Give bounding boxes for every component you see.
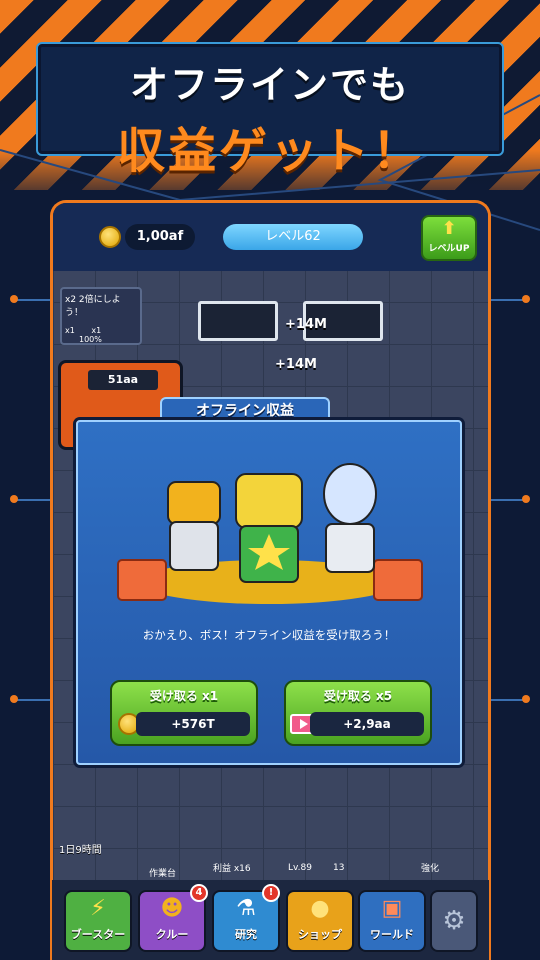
strengthen-label: 強化	[421, 864, 440, 874]
welcome-message: おかえり、ボス！オフライン収益を受け取ろう！	[142, 628, 396, 642]
claim-x5-label: 受け取る x5	[323, 689, 393, 703]
notification-badge: 4	[190, 884, 208, 902]
nav-label: 研究	[235, 928, 257, 941]
settings-gear-icon[interactable]: ⚙	[430, 890, 478, 952]
headline-line-1: オフラインでも	[129, 63, 410, 107]
nav-shop-button[interactable]: ● ショップ	[286, 890, 354, 952]
robot-crew-illustration	[117, 463, 423, 604]
side-connector	[14, 499, 50, 501]
nav-label: ブースター	[70, 928, 126, 941]
wall-monitor	[198, 301, 278, 341]
side-dot	[522, 495, 530, 503]
claim-x1-label: 受け取る x1	[149, 689, 219, 703]
workbench-label: 作業台	[149, 869, 177, 879]
headline-line-2: 収益ゲット！	[116, 123, 423, 179]
station-output: 51aa	[88, 370, 158, 390]
side-dot	[10, 495, 18, 503]
side-connector	[14, 699, 50, 701]
floating-income: +14M	[275, 357, 317, 372]
side-connector	[490, 299, 526, 301]
nav-booster-button[interactable]: ⚡ ブースター	[64, 890, 132, 952]
arrow-up-icon: ⬆	[441, 218, 457, 239]
top-bar: 1,00af レベル62 ⬆ レベルUP	[53, 203, 488, 271]
nav-label: ワールド	[370, 928, 414, 941]
level-indicator[interactable]: レベル62	[223, 224, 363, 250]
double-boost-card[interactable]: x2 2倍にしよう！ x1 x1 100%	[60, 287, 142, 345]
boost-title: x2 2倍にしよう！	[65, 295, 121, 318]
boost-x1b: x1	[91, 326, 102, 335]
factory-icon: ▣	[381, 896, 403, 921]
level-up-button[interactable]: ⬆ レベルUP	[421, 215, 477, 261]
floating-income: +14M	[285, 317, 327, 332]
boost-percent: 100%	[79, 335, 102, 344]
side-connector	[490, 699, 526, 701]
claim-x5-amount: +2,9aa	[310, 712, 424, 736]
nav-world-button[interactable]: ▣ ワールド	[358, 890, 426, 952]
side-dot	[522, 695, 530, 703]
lightning-icon: ⚡	[90, 896, 106, 921]
coin-balance: 1,00af	[125, 224, 195, 250]
nav-label: ショップ	[298, 928, 342, 941]
claim-x5-button[interactable]: 受け取る x5 +2,9aa	[284, 680, 432, 746]
claim-x1-button[interactable]: 受け取る x1 +576T	[110, 680, 258, 746]
nav-label: クルー	[155, 928, 189, 941]
offline-earnings-dialog: おかえり、ボス！オフライン収益を受け取ろう！ 受け取る x1 +576T 受け取…	[76, 420, 462, 765]
worker-count: 13	[333, 863, 345, 873]
side-connector	[490, 499, 526, 501]
side-connector	[14, 299, 50, 301]
level-up-label: レベルUP	[428, 244, 470, 254]
claim-x1-amount: +576T	[136, 712, 250, 736]
profit-multiplier: 利益 x16	[213, 864, 251, 874]
side-dot	[10, 295, 18, 303]
notification-badge: !	[262, 884, 280, 902]
side-dot	[522, 295, 530, 303]
coins-icon: ●	[310, 896, 330, 921]
boost-time-remaining: 1日9時間	[59, 845, 102, 856]
coin-icon	[99, 226, 121, 248]
boost-x1: x1	[65, 326, 75, 335]
side-dot	[10, 695, 18, 703]
headline-banner: オフラインでも 収益ゲット！	[36, 42, 504, 179]
station-level: Lv.89	[288, 863, 312, 873]
